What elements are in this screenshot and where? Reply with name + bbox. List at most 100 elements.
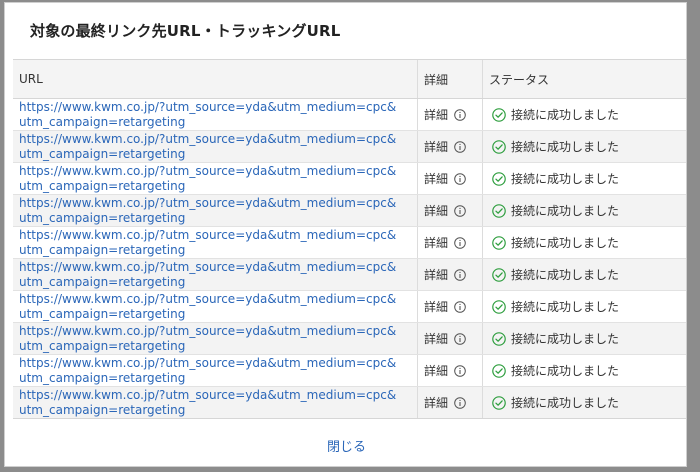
url-line-2: utm_campaign=retargeting bbox=[19, 306, 186, 321]
url-link[interactable]: https://www.kwm.co.jp/?utm_source=yda&ut… bbox=[19, 132, 417, 162]
check-circle-icon bbox=[492, 363, 506, 378]
detail-label: 詳細 bbox=[424, 396, 449, 410]
detail-toggle[interactable]: 詳細 bbox=[424, 202, 482, 219]
url-link[interactable]: https://www.kwm.co.jp/?utm_source=yda&ut… bbox=[19, 388, 417, 418]
detail-cell[interactable]: 詳細 bbox=[417, 226, 483, 259]
info-icon[interactable] bbox=[454, 236, 466, 249]
table-header-row: URL 詳細 ステータス bbox=[13, 60, 686, 99]
status-text: 接続に成功しました bbox=[511, 268, 620, 282]
table-row: https://www.kwm.co.jp/?utm_source=yda&ut… bbox=[13, 386, 686, 418]
detail-cell[interactable]: 詳細 bbox=[417, 194, 483, 227]
info-icon[interactable] bbox=[454, 108, 466, 121]
info-icon[interactable] bbox=[454, 204, 466, 217]
url-link[interactable]: https://www.kwm.co.jp/?utm_source=yda&ut… bbox=[19, 260, 417, 290]
url-link[interactable]: https://www.kwm.co.jp/?utm_source=yda&ut… bbox=[19, 228, 417, 258]
status-indicator: 接続に成功しました bbox=[489, 298, 686, 315]
detail-toggle[interactable]: 詳細 bbox=[424, 234, 482, 251]
detail-toggle[interactable]: 詳細 bbox=[424, 298, 482, 315]
detail-cell[interactable]: 詳細 bbox=[417, 290, 483, 323]
detail-cell[interactable]: 詳細 bbox=[417, 322, 483, 355]
url-link[interactable]: https://www.kwm.co.jp/?utm_source=yda&ut… bbox=[19, 100, 417, 130]
table-body: https://www.kwm.co.jp/?utm_source=yda&ut… bbox=[13, 98, 686, 418]
url-line-1: https://www.kwm.co.jp/?utm_source=yda&ut… bbox=[19, 259, 397, 274]
detail-toggle[interactable]: 詳細 bbox=[424, 106, 482, 123]
status-indicator: 接続に成功しました bbox=[489, 106, 686, 123]
tracking-url-dialog: 対象の最終リンク先URL・トラッキングURL URL 詳細 ステータス http… bbox=[4, 2, 687, 467]
info-icon[interactable] bbox=[454, 268, 466, 281]
status-text: 接続に成功しました bbox=[511, 204, 620, 218]
status-cell: 接続に成功しました bbox=[482, 386, 686, 418]
url-line-1: https://www.kwm.co.jp/?utm_source=yda&ut… bbox=[19, 355, 397, 370]
detail-label: 詳細 bbox=[424, 172, 449, 186]
status-text: 接続に成功しました bbox=[511, 332, 620, 346]
info-icon[interactable] bbox=[454, 172, 466, 185]
check-circle-icon bbox=[492, 107, 506, 122]
detail-cell[interactable]: 詳細 bbox=[417, 98, 483, 131]
check-circle-icon bbox=[492, 171, 506, 186]
column-header-url: URL bbox=[13, 60, 418, 99]
table-row: https://www.kwm.co.jp/?utm_source=yda&ut… bbox=[13, 322, 686, 355]
url-cell: https://www.kwm.co.jp/?utm_source=yda&ut… bbox=[13, 98, 418, 131]
url-line-1: https://www.kwm.co.jp/?utm_source=yda&ut… bbox=[19, 387, 397, 402]
detail-label: 詳細 bbox=[424, 108, 449, 122]
url-table-container[interactable]: URL 詳細 ステータス https://www.kwm.co.jp/?utm_… bbox=[13, 59, 686, 419]
detail-cell[interactable]: 詳細 bbox=[417, 386, 483, 418]
info-icon[interactable] bbox=[454, 140, 466, 153]
url-line-1: https://www.kwm.co.jp/?utm_source=yda&ut… bbox=[19, 323, 397, 338]
check-circle-icon bbox=[492, 203, 506, 218]
info-icon[interactable] bbox=[454, 396, 466, 409]
status-indicator: 接続に成功しました bbox=[489, 138, 686, 155]
detail-toggle[interactable]: 詳細 bbox=[424, 138, 482, 155]
url-cell: https://www.kwm.co.jp/?utm_source=yda&ut… bbox=[13, 322, 418, 355]
status-indicator: 接続に成功しました bbox=[489, 234, 686, 251]
status-cell: 接続に成功しました bbox=[482, 98, 686, 131]
detail-toggle[interactable]: 詳細 bbox=[424, 330, 482, 347]
url-cell: https://www.kwm.co.jp/?utm_source=yda&ut… bbox=[13, 258, 418, 291]
table-row: https://www.kwm.co.jp/?utm_source=yda&ut… bbox=[13, 354, 686, 387]
url-cell: https://www.kwm.co.jp/?utm_source=yda&ut… bbox=[13, 354, 418, 387]
detail-toggle[interactable]: 詳細 bbox=[424, 170, 482, 187]
info-icon[interactable] bbox=[454, 364, 466, 377]
url-line-2: utm_campaign=retargeting bbox=[19, 114, 186, 129]
url-link[interactable]: https://www.kwm.co.jp/?utm_source=yda&ut… bbox=[19, 356, 417, 386]
status-indicator: 接続に成功しました bbox=[489, 170, 686, 187]
info-icon[interactable] bbox=[454, 332, 466, 345]
url-cell: https://www.kwm.co.jp/?utm_source=yda&ut… bbox=[13, 226, 418, 259]
info-icon[interactable] bbox=[454, 300, 466, 313]
url-link[interactable]: https://www.kwm.co.jp/?utm_source=yda&ut… bbox=[19, 196, 417, 226]
url-link[interactable]: https://www.kwm.co.jp/?utm_source=yda&ut… bbox=[19, 324, 417, 354]
url-cell: https://www.kwm.co.jp/?utm_source=yda&ut… bbox=[13, 162, 418, 195]
status-cell: 接続に成功しました bbox=[482, 354, 686, 387]
status-indicator: 接続に成功しました bbox=[489, 362, 686, 379]
detail-label: 詳細 bbox=[424, 140, 449, 154]
url-cell: https://www.kwm.co.jp/?utm_source=yda&ut… bbox=[13, 194, 418, 227]
url-cell: https://www.kwm.co.jp/?utm_source=yda&ut… bbox=[13, 130, 418, 163]
status-indicator: 接続に成功しました bbox=[489, 394, 686, 411]
detail-toggle[interactable]: 詳細 bbox=[424, 362, 482, 379]
detail-toggle[interactable]: 詳細 bbox=[424, 266, 482, 283]
check-circle-icon bbox=[492, 267, 506, 282]
detail-cell[interactable]: 詳細 bbox=[417, 354, 483, 387]
check-circle-icon bbox=[492, 235, 506, 250]
check-circle-icon bbox=[492, 331, 506, 346]
detail-label: 詳細 bbox=[424, 364, 449, 378]
detail-cell[interactable]: 詳細 bbox=[417, 258, 483, 291]
detail-cell[interactable]: 詳細 bbox=[417, 130, 483, 163]
url-line-1: https://www.kwm.co.jp/?utm_source=yda&ut… bbox=[19, 99, 397, 114]
url-line-2: utm_campaign=retargeting bbox=[19, 242, 186, 257]
status-text: 接続に成功しました bbox=[511, 108, 620, 122]
check-circle-icon bbox=[492, 139, 506, 154]
url-link[interactable]: https://www.kwm.co.jp/?utm_source=yda&ut… bbox=[19, 292, 417, 322]
url-line-2: utm_campaign=retargeting bbox=[19, 402, 186, 417]
url-link[interactable]: https://www.kwm.co.jp/?utm_source=yda&ut… bbox=[19, 164, 417, 194]
detail-toggle[interactable]: 詳細 bbox=[424, 394, 482, 411]
status-cell: 接続に成功しました bbox=[482, 258, 686, 291]
table-row: https://www.kwm.co.jp/?utm_source=yda&ut… bbox=[13, 162, 686, 195]
status-indicator: 接続に成功しました bbox=[489, 330, 686, 347]
detail-label: 詳細 bbox=[424, 204, 449, 218]
url-line-2: utm_campaign=retargeting bbox=[19, 178, 186, 193]
detail-cell[interactable]: 詳細 bbox=[417, 162, 483, 195]
close-button[interactable]: 閉じる bbox=[5, 435, 688, 456]
url-line-1: https://www.kwm.co.jp/?utm_source=yda&ut… bbox=[19, 291, 397, 306]
url-line-1: https://www.kwm.co.jp/?utm_source=yda&ut… bbox=[19, 227, 397, 242]
